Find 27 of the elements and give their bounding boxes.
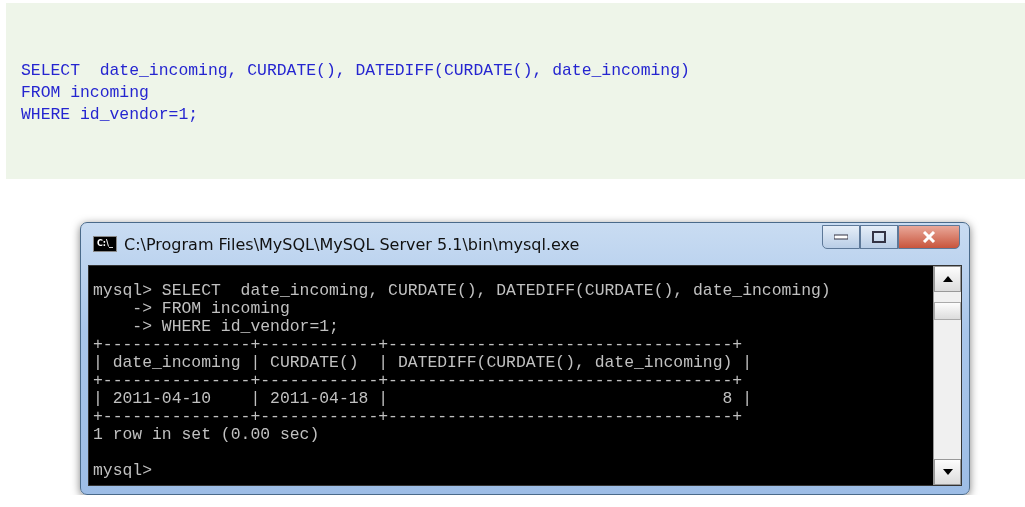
scroll-down-button[interactable]	[934, 459, 961, 485]
close-button[interactable]	[898, 225, 960, 249]
console-line: | 2011-04-10 | 2011-04-18 | 8 |	[93, 390, 752, 408]
maximize-icon	[872, 231, 886, 243]
console-line: +---------------+------------+-----------------------------------+	[93, 336, 743, 354]
scroll-thumb[interactable]	[934, 302, 961, 320]
console-prompt: mysql>	[93, 462, 153, 480]
console-line: -> WHERE id_vendor=1;	[131, 318, 339, 336]
console-line: +---------------+------------+-----------------------------------+	[93, 408, 743, 426]
code-line: SELECT date_incoming, CURDATE(), DATEDIFF(CURDATE(), date_incoming)	[21, 60, 690, 82]
close-icon	[922, 231, 936, 243]
code-line: WHERE id_vendor=1;	[21, 104, 199, 126]
maximize-button[interactable]	[860, 225, 898, 249]
console-line: 1 row in set (0.00 sec)	[93, 426, 320, 444]
scrollbar[interactable]	[933, 266, 961, 485]
down-arrow-icon	[942, 469, 953, 475]
code-line: FROM incoming	[21, 82, 149, 104]
console-line: +---------------+------------+-----------------------------------+	[93, 372, 743, 390]
minimize-icon	[834, 234, 848, 240]
console-line: -> FROM incoming	[131, 300, 290, 318]
minimize-button[interactable]	[822, 225, 860, 249]
window-title: C:\Program Files\MySQL\MySQL Server 5.1\bin\mysql.exe	[124, 234, 581, 254]
console-line: mysql> SELECT date_incoming, CURDATE(), DATEDIFF(CURDATE(), date_incoming)	[93, 282, 831, 300]
console-line: | date_incoming | CURDATE() | DATEDIFF(CURDATE(), date_incoming) |	[93, 354, 752, 372]
scroll-up-button[interactable]	[934, 266, 961, 292]
up-arrow-icon	[942, 276, 953, 282]
window-icon: C:\_	[93, 236, 117, 252]
